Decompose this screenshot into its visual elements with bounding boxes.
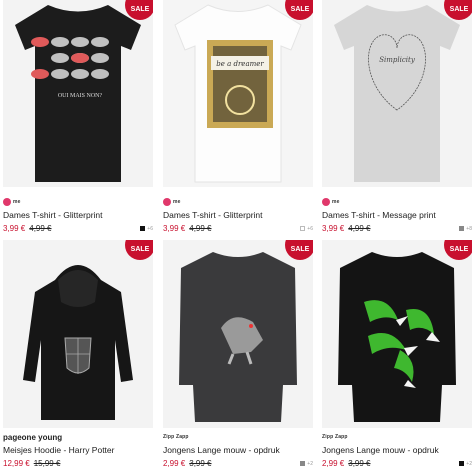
original-price: 3,99 € — [348, 459, 371, 468]
price-row: 12,99 € 15,99 € — [3, 459, 153, 468]
brand-logo: pageone young — [3, 432, 63, 442]
product-image[interactable]: SALE — [163, 240, 313, 428]
product-card[interactable]: be a dreamer SALE me Dames T-shirt - Gli… — [163, 0, 313, 233]
price-row: 2,99 € 3,99 € +2 — [322, 459, 472, 468]
color-swatches[interactable]: +2 — [300, 461, 313, 467]
product-card[interactable]: SALE pageone young Meisjes Hoodie - Harr… — [3, 240, 153, 468]
original-price: 15,99 € — [33, 459, 61, 468]
color-swatch[interactable] — [300, 461, 306, 466]
brand-logo: me — [322, 197, 472, 207]
product-grid: OUI MAIS NON? SALE me Dames T-shirt - Gl… — [0, 0, 475, 471]
product-title[interactable]: Dames T-shirt - Message print — [322, 210, 472, 220]
product-title[interactable]: Meisjes Hoodie - Harry Potter — [3, 445, 153, 455]
product-card[interactable]: SALE Zipp Zapp Jongens Lange mouw - opdr… — [322, 240, 472, 468]
product-image[interactable]: be a dreamer SALE — [163, 0, 313, 187]
color-swatches[interactable]: +8 — [459, 226, 472, 232]
brand-logo: Zipp Zapp — [322, 434, 348, 440]
product-image[interactable]: OUI MAIS NON? SALE — [3, 0, 153, 187]
more-colors[interactable]: +6 — [147, 226, 153, 232]
brand-dot-icon — [322, 198, 330, 206]
print-text: OUI MAIS NON? — [58, 93, 103, 99]
product-card[interactable]: OUI MAIS NON? SALE me Dames T-shirt - Gl… — [3, 0, 153, 233]
product-image[interactable]: SALE — [3, 240, 153, 428]
color-swatches[interactable]: +2 — [459, 461, 472, 467]
price-row: 3,99 € 4,99 € +8 — [322, 224, 472, 233]
original-price: 3,99 € — [189, 459, 212, 468]
sale-price: 2,99 € — [322, 459, 345, 468]
brand-dot-icon — [3, 198, 11, 206]
original-price: 4,99 € — [189, 224, 212, 233]
product-title[interactable]: Jongens Lange mouw - opdruk — [322, 445, 472, 455]
sale-price: 3,99 € — [163, 224, 186, 233]
brand-logo: me — [163, 197, 313, 207]
product-title[interactable]: Dames T-shirt - Glitterprint — [3, 210, 153, 220]
more-colors[interactable]: +2 — [307, 461, 313, 467]
sale-price: 12,99 € — [3, 459, 30, 468]
more-colors[interactable]: +2 — [466, 461, 472, 467]
price-row: 2,99 € 3,99 € +2 — [163, 459, 313, 468]
sale-price: 2,99 € — [163, 459, 186, 468]
color-swatch[interactable] — [300, 226, 306, 231]
color-swatch[interactable] — [459, 461, 465, 466]
more-colors[interactable]: +6 — [307, 226, 313, 232]
product-card[interactable]: SALE Zipp Zapp Jongens Lange mouw - opdr… — [163, 240, 313, 468]
brand-logo: me — [3, 197, 153, 207]
brand-dot-icon — [163, 198, 171, 206]
product-title[interactable]: Jongens Lange mouw - opdruk — [163, 445, 313, 455]
color-swatches[interactable]: +6 — [140, 226, 153, 232]
product-card[interactable]: Simplicity SALE me Dames T-shirt - Messa… — [322, 0, 472, 233]
more-colors[interactable]: +8 — [466, 226, 472, 232]
color-swatch[interactable] — [459, 226, 465, 231]
brand-logo: Zipp Zapp — [163, 434, 189, 440]
price-row: 3,99 € 4,99 € +6 — [3, 224, 153, 233]
sale-price: 3,99 € — [322, 224, 345, 233]
product-image[interactable]: SALE — [322, 240, 472, 428]
print-text: Simplicity — [379, 56, 416, 64]
color-swatches[interactable]: +6 — [300, 226, 313, 232]
product-image[interactable]: Simplicity SALE — [322, 0, 472, 187]
product-title[interactable]: Dames T-shirt - Glitterprint — [163, 210, 313, 220]
original-price: 4,99 € — [29, 224, 52, 233]
color-swatch[interactable] — [140, 226, 146, 231]
sale-price: 3,99 € — [3, 224, 26, 233]
print-text: be a dreamer — [216, 60, 264, 68]
price-row: 3,99 € 4,99 € +6 — [163, 224, 313, 233]
original-price: 4,99 € — [348, 224, 371, 233]
